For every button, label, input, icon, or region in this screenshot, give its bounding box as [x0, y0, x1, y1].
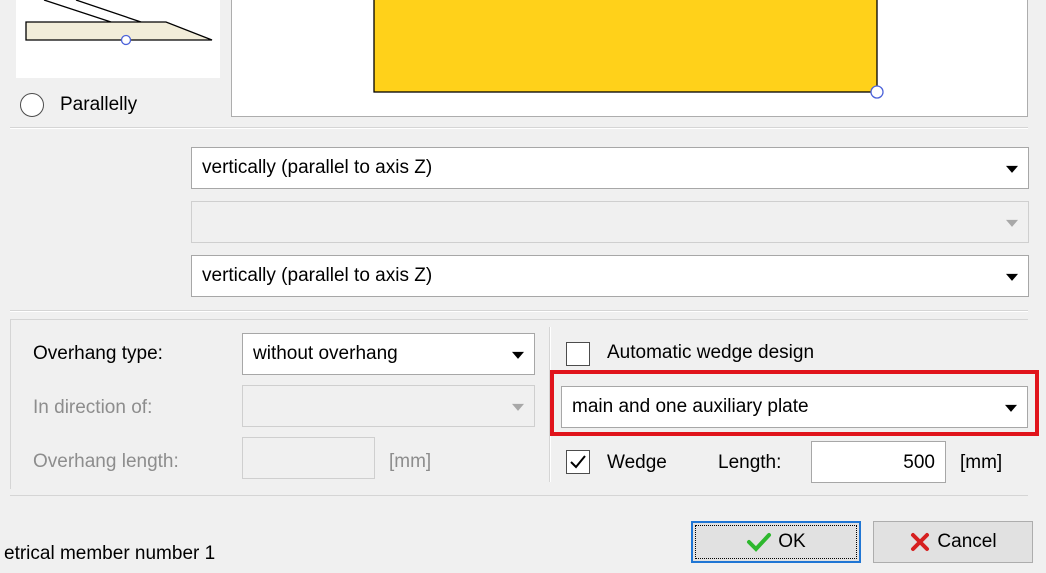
overhang-length-unit: [mm]: [389, 451, 432, 472]
chevron-down-icon: [1006, 165, 1018, 173]
ok-button-label: OK: [778, 531, 806, 552]
overhang-type-label: Overhang type:: [33, 343, 163, 364]
ok-button[interactable]: OK: [691, 521, 861, 563]
check-icon: [747, 533, 772, 552]
chevron-down-icon: [512, 403, 524, 411]
status-text: etrical member number 1: [4, 543, 216, 564]
overhang-type-select[interactable]: without overhang: [242, 333, 535, 375]
connection-preview-panel[interactable]: [231, 0, 1028, 117]
chevron-down-icon: [1006, 273, 1018, 281]
radio-parallelly[interactable]: Parallelly: [20, 92, 160, 118]
auto-wedge-label: Automatic wedge design: [607, 342, 815, 363]
wedge-length-value: 500: [903, 452, 935, 473]
direction-select-1-value: vertically (parallel to axis Z): [202, 157, 433, 178]
node-handle-icon: [870, 85, 884, 99]
close-icon: [911, 533, 930, 551]
wedge-label: Wedge: [607, 452, 667, 473]
in-direction-select[interactable]: [242, 385, 535, 427]
cancel-button[interactable]: Cancel: [873, 521, 1033, 563]
auto-wedge-checkbox[interactable]: [566, 342, 590, 366]
wedge-length-unit: [mm]: [960, 452, 1003, 473]
plate-preview-shape: [373, 0, 878, 93]
wedge-length-input[interactable]: 500: [811, 441, 946, 483]
radio-circle-icon: [20, 93, 44, 117]
cancel-button-label: Cancel: [937, 531, 997, 552]
in-direction-label: In direction of:: [33, 397, 153, 418]
check-icon: [570, 455, 586, 469]
chevron-down-icon: [1006, 219, 1018, 227]
wedge-checkbox[interactable]: [566, 450, 590, 474]
thumbnail-preview[interactable]: [16, 0, 220, 78]
divider: [10, 127, 1028, 129]
wedge-length-label: Length:: [718, 452, 782, 473]
window-bottom-divider: [10, 495, 1028, 496]
chevron-down-icon: [1005, 404, 1017, 412]
direction-select-3[interactable]: vertically (parallel to axis Z): [191, 255, 1029, 297]
overhang-length-label: Overhang length:: [33, 451, 179, 472]
beam-thumbnail-icon: [25, 0, 213, 46]
radio-parallelly-label: Parallelly: [60, 94, 138, 115]
plate-config-value: main and one auxiliary plate: [572, 396, 809, 417]
direction-select-3-value: vertically (parallel to axis Z): [202, 265, 433, 286]
chevron-down-icon: [512, 351, 524, 359]
direction-select-1[interactable]: vertically (parallel to axis Z): [191, 147, 1029, 189]
overhang-type-value: without overhang: [253, 343, 398, 364]
direction-select-2[interactable]: [191, 201, 1029, 243]
divider: [10, 310, 1028, 312]
plate-config-select[interactable]: main and one auxiliary plate: [561, 386, 1028, 428]
overhang-length-input[interactable]: [242, 437, 375, 479]
